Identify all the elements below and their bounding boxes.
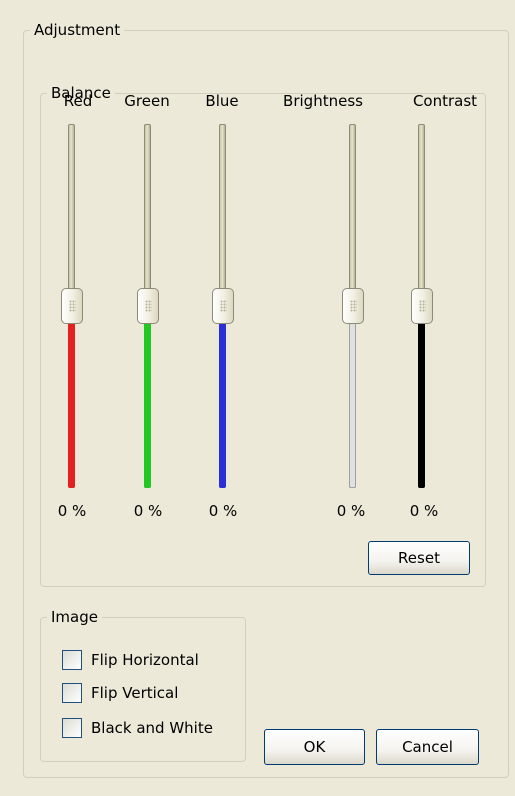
red-label: Red <box>63 92 93 110</box>
blue-slider-fill <box>219 306 226 488</box>
contrast-slider-thumb[interactable] <box>411 288 433 324</box>
cancel-button[interactable]: Cancel <box>376 729 479 765</box>
adjustment-group-title: Adjustment <box>34 21 121 39</box>
green-value: 0 % <box>133 502 163 520</box>
green-slider-thumb[interactable] <box>137 288 159 324</box>
red-slider-thumb[interactable] <box>61 288 83 324</box>
blue-value: 0 % <box>208 502 238 520</box>
contrast-slider[interactable] <box>411 124 433 488</box>
flip-vertical-option[interactable]: Flip Vertical <box>62 682 178 704</box>
brightness-slider-fill <box>349 306 356 488</box>
flip-horizontal-checkbox[interactable] <box>62 650 82 670</box>
brightness-slider[interactable] <box>342 124 364 488</box>
brightness-label: Brightness <box>283 92 363 110</box>
blue-slider[interactable] <box>212 124 234 488</box>
adjustment-dialog: Adjustment Balance Red Green Blue Bright… <box>0 0 515 796</box>
blue-label: Blue <box>205 92 239 110</box>
blue-slider-thumb[interactable] <box>212 288 234 324</box>
red-slider[interactable] <box>61 124 83 488</box>
flip-vertical-checkbox[interactable] <box>62 683 82 703</box>
green-label: Green <box>124 92 170 110</box>
black-and-white-label[interactable]: Black and White <box>91 718 213 738</box>
red-slider-fill <box>68 306 75 488</box>
brightness-slider-thumb[interactable] <box>342 288 364 324</box>
ok-button[interactable]: OK <box>264 729 365 765</box>
flip-horizontal-label[interactable]: Flip Horizontal <box>91 650 199 670</box>
contrast-value: 0 % <box>409 502 439 520</box>
green-slider-fill <box>144 306 151 488</box>
red-value: 0 % <box>57 502 87 520</box>
reset-button[interactable]: Reset <box>368 541 470 575</box>
black-and-white-checkbox[interactable] <box>62 718 82 738</box>
contrast-slider-fill <box>418 306 425 488</box>
flip-horizontal-option[interactable]: Flip Horizontal <box>62 649 199 671</box>
image-group-title: Image <box>51 608 98 626</box>
brightness-value: 0 % <box>336 502 366 520</box>
black-and-white-option[interactable]: Black and White <box>62 717 213 739</box>
flip-vertical-label[interactable]: Flip Vertical <box>91 683 178 703</box>
contrast-label: Contrast <box>412 92 478 110</box>
green-slider[interactable] <box>137 124 159 488</box>
